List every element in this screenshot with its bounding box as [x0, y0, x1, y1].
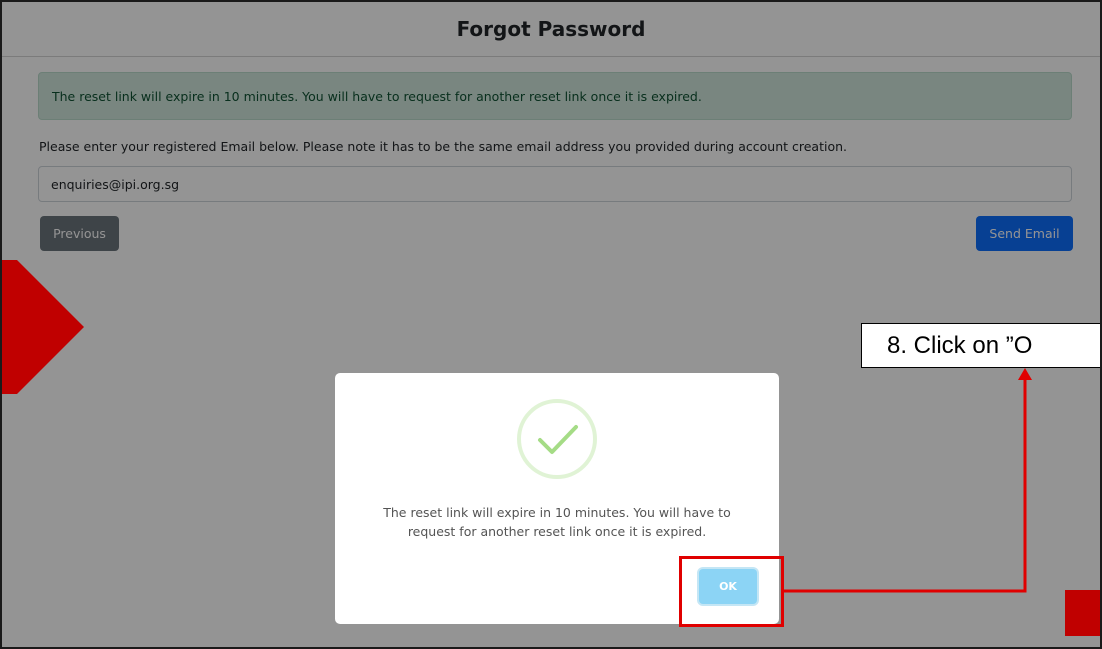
ok-highlight-box: [679, 556, 784, 627]
red-arrow-shape: [2, 260, 84, 394]
red-corner-shape: [1065, 590, 1100, 636]
screenshot-frame: Forgot Password The reset link will expi…: [0, 0, 1102, 649]
success-check-icon: [517, 399, 597, 479]
callout-text: 8. Click on ”O: [887, 331, 1033, 359]
dialog-message: The reset link will expire in 10 minutes…: [383, 505, 731, 539]
step-callout: 8. Click on ”O: [861, 323, 1100, 368]
